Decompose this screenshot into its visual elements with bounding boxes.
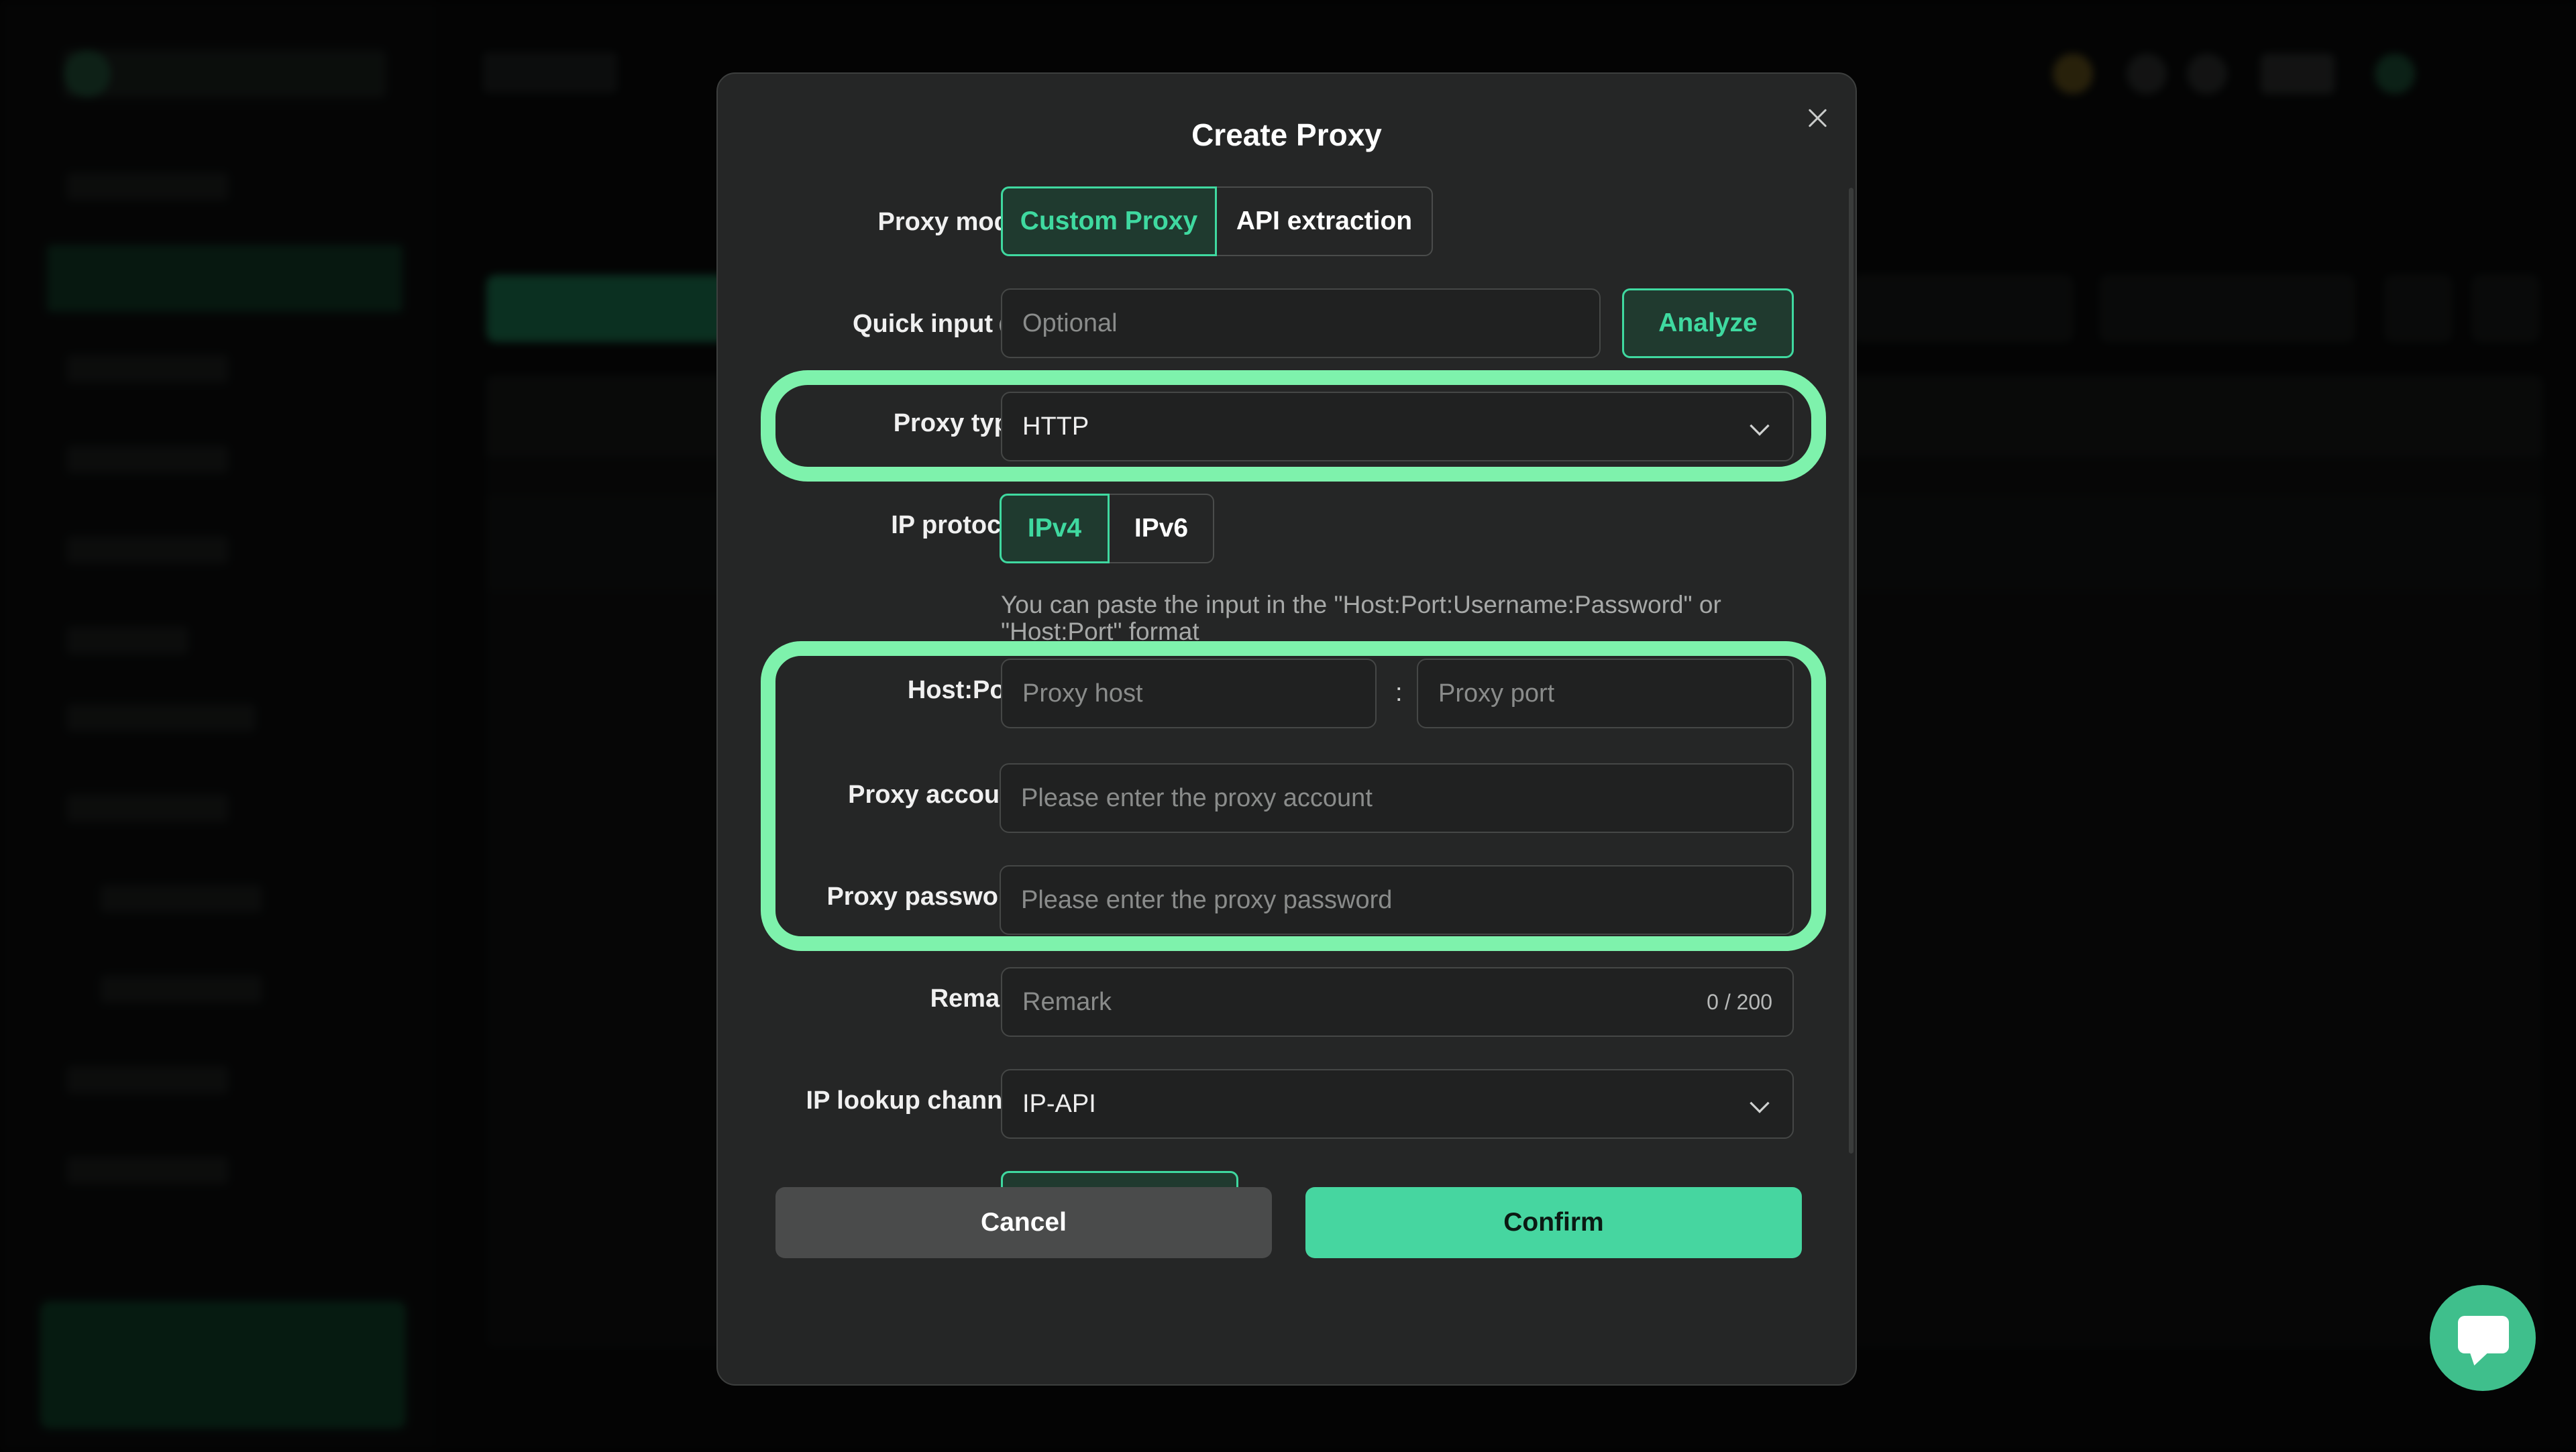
ip-lookup-select[interactable]: IP-API [1001, 1069, 1794, 1139]
ip-lookup-value: IP-API [1022, 1089, 1096, 1118]
chevron-down-icon [1750, 1093, 1770, 1113]
proxy-type-highlight [761, 370, 1826, 482]
dialog-scrollbar[interactable] [1849, 188, 1854, 1154]
quick-input-label-text: Quick input [853, 310, 993, 338]
format-hint: You can paste the input in the "Host:Por… [1001, 591, 1721, 645]
api-extraction-option[interactable]: API extraction [1217, 186, 1433, 256]
close-icon[interactable] [1799, 99, 1837, 137]
remark-input[interactable]: Remark 0 / 200 [1001, 967, 1794, 1037]
remark-placeholder: Remark [1022, 987, 1112, 1016]
confirm-button[interactable]: Confirm [1305, 1187, 1802, 1258]
quick-input-field[interactable]: Optional [1001, 288, 1601, 358]
cancel-button[interactable]: Cancel [775, 1187, 1272, 1258]
credentials-highlight [761, 641, 1826, 951]
quick-input-label: Quick input? [853, 310, 1024, 339]
ip-protocol-segmented: IPv4 IPv6 [1000, 494, 1214, 563]
ipv6-option[interactable]: IPv6 [1110, 494, 1214, 563]
proxy-mode-segmented: Custom Proxy API extraction [1001, 186, 1433, 256]
support-chat-button[interactable] [2430, 1285, 2536, 1391]
custom-proxy-option[interactable]: Custom Proxy [1001, 186, 1217, 256]
remark-counter: 0 / 200 [1707, 989, 1772, 1014]
ipv4-option[interactable]: IPv4 [1000, 494, 1110, 563]
chat-bubble-icon [2458, 1316, 2509, 1353]
create-proxy-dialog: Create Proxy Proxy mode Custom Proxy API… [716, 72, 1857, 1386]
analyze-button[interactable]: Analyze [1622, 288, 1794, 358]
ip-lookup-label: IP lookup channel [806, 1086, 1024, 1115]
dialog-title: Create Proxy [1191, 117, 1382, 152]
